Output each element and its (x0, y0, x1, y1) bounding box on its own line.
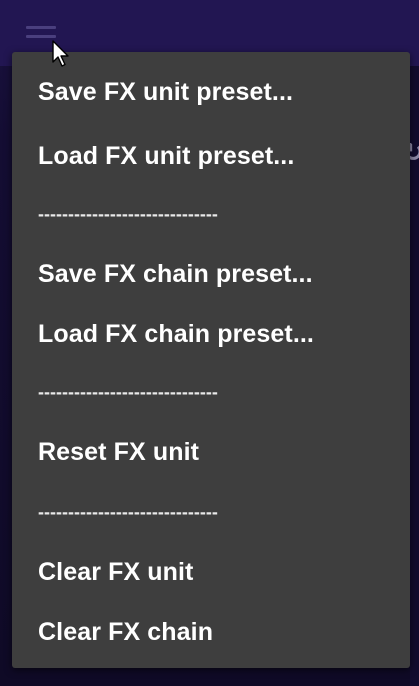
menu-item-reset-fx-unit[interactable]: Reset FX unit (38, 438, 199, 467)
mouse-pointer-icon (52, 40, 69, 67)
menu-separator: ------------------------------ (38, 382, 218, 402)
menu-separator: ------------------------------ (38, 502, 218, 522)
menu-item-save-fx-unit-preset[interactable]: Save FX unit preset... (38, 78, 293, 107)
menu-item-load-fx-unit-preset[interactable]: Load FX unit preset... (38, 142, 294, 171)
menu-item-clear-fx-unit[interactable]: Clear FX unit (38, 558, 194, 587)
menu-item-load-fx-chain-preset[interactable]: Load FX chain preset... (38, 320, 314, 349)
menu-item-clear-fx-chain[interactable]: Clear FX chain (38, 618, 213, 647)
fx-context-menu: Save FX unit preset... Load FX unit pres… (12, 52, 410, 668)
menu-item-save-fx-chain-preset[interactable]: Save FX chain preset... (38, 260, 313, 289)
menu-separator: ------------------------------ (38, 204, 218, 224)
